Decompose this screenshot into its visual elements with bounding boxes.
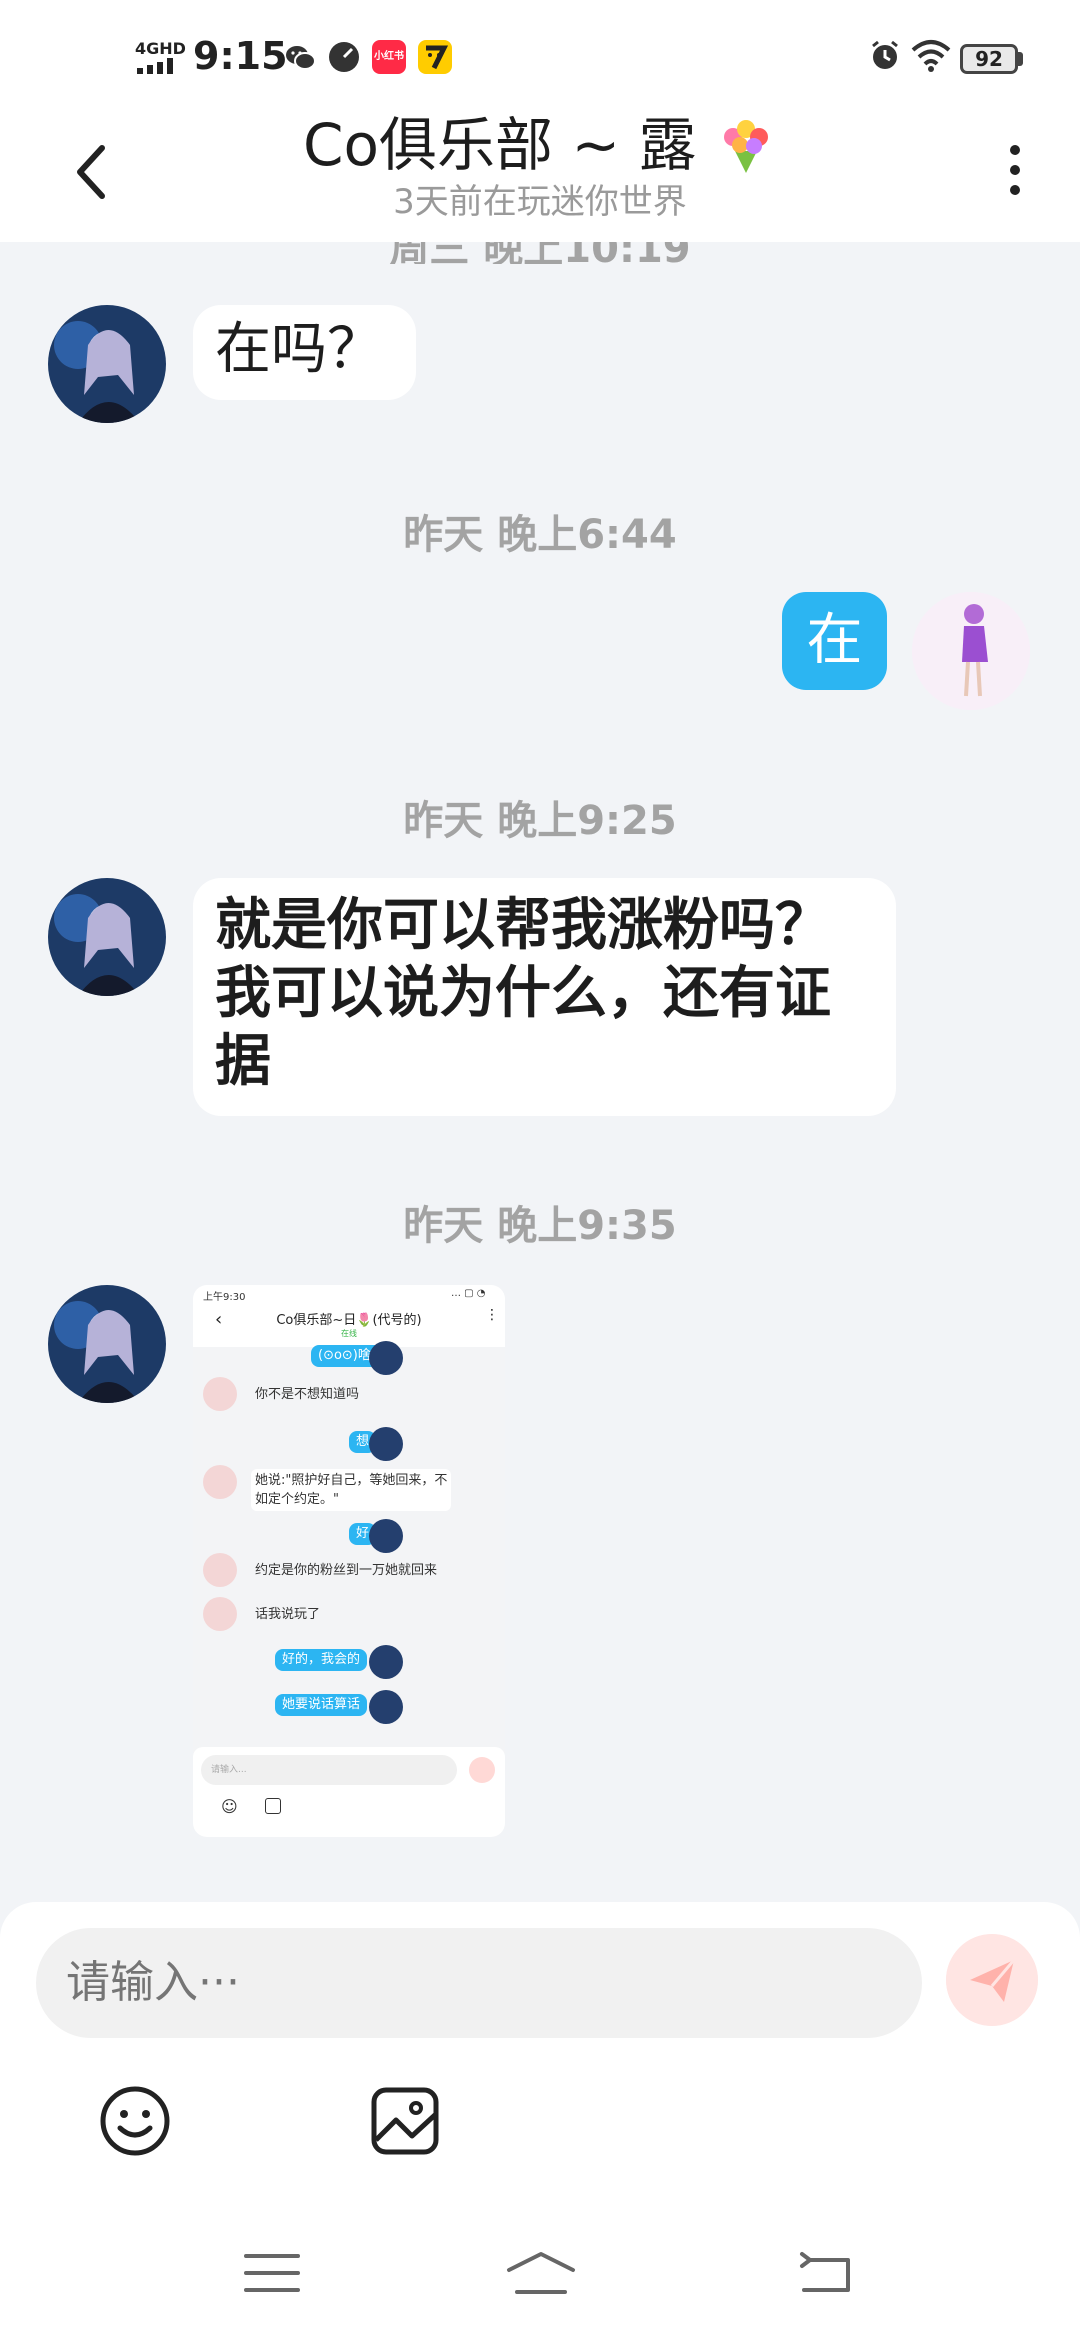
shot-msg-in: 话我说玩了 xyxy=(255,1607,321,1622)
xiaohongshu-icon: 小红书 xyxy=(372,40,406,74)
battery-tip xyxy=(1018,52,1023,66)
clock-app-icon xyxy=(329,42,359,72)
message-bubble-incoming[interactable]: 在吗？ xyxy=(193,305,416,400)
wifi-icon xyxy=(911,40,951,72)
chat-subtitle: 3天前在玩迷你世界 xyxy=(393,182,687,222)
shot-image-icon xyxy=(265,1798,281,1814)
shot-line: 她说:"照护好自己，等她回来，不 xyxy=(255,1473,448,1488)
shot-msg-in: 她说:"照护好自己，等她回来，不 如定个约定。" xyxy=(251,1469,452,1511)
menu-nav-icon[interactable] xyxy=(242,2250,302,2296)
shot-input: 请输入... xyxy=(201,1755,457,1785)
bouquet-emoji-icon xyxy=(723,120,768,173)
shot-line: 如定个约定。" xyxy=(255,1492,339,1507)
shot-avatar xyxy=(369,1427,403,1461)
more-options-icon[interactable] xyxy=(1000,140,1030,200)
shot-send-icon xyxy=(469,1757,495,1783)
network-type: 4GHD xyxy=(135,39,186,58)
shot-avatar xyxy=(203,1553,237,1587)
shot-avatar xyxy=(369,1519,403,1553)
shot-emoji-icon: ☺ xyxy=(221,1797,238,1816)
timestamp-partial-wrap: 周三 晚上10:19 xyxy=(0,242,1080,264)
shot-title: Co俱乐部~日🌷(代号的) xyxy=(276,1313,422,1328)
shot-msg-in: 约定是你的粉丝到一万她就回来 xyxy=(255,1563,438,1578)
shot-avatar xyxy=(203,1377,237,1411)
contact-avatar[interactable] xyxy=(48,1285,166,1403)
message-line: 据 xyxy=(215,1029,271,1094)
message-line: 我可以说为什么，还有证 xyxy=(215,961,831,1026)
contact-avatar[interactable] xyxy=(48,878,166,996)
qimao-icon xyxy=(418,40,452,74)
timestamp: 昨天 晚上9:25 xyxy=(403,798,677,844)
my-avatar[interactable] xyxy=(912,592,1030,710)
shot-avatar xyxy=(369,1645,403,1679)
timestamp: 周三 晚上10:19 xyxy=(0,242,1080,264)
back-nav-icon[interactable] xyxy=(796,2250,856,2296)
shot-time: 上午9:30 xyxy=(203,1292,246,1303)
clock: 9:15 xyxy=(193,34,288,78)
home-nav-icon[interactable] xyxy=(505,2250,577,2296)
contact-avatar[interactable] xyxy=(48,305,166,423)
signal-icon xyxy=(137,58,173,74)
timestamp: 昨天 晚上9:35 xyxy=(403,1203,677,1249)
wechat-icon xyxy=(286,46,316,70)
status-bar: 4GHD 9:15 小红书 92 xyxy=(0,0,1080,100)
timestamp: 昨天 晚上6:44 xyxy=(403,512,677,558)
shot-avatar xyxy=(369,1690,403,1724)
shot-status-icons: … ▢ ◔ xyxy=(451,1288,486,1299)
alarm-icon xyxy=(872,40,898,69)
emoji-icon[interactable] xyxy=(98,2084,172,2158)
message-line: 就是你可以帮我涨粉吗？ xyxy=(215,893,831,958)
shot-msg-out: 好的，我会的 xyxy=(275,1649,368,1671)
shot-more-icon: ⋮ xyxy=(485,1307,499,1323)
shot-avatar xyxy=(203,1597,237,1631)
send-button[interactable] xyxy=(946,1934,1038,2026)
image-icon[interactable] xyxy=(368,2084,442,2158)
message-bubble-outgoing[interactable]: 在 xyxy=(782,592,887,690)
chat-title: Co俱乐部 ~ 露 xyxy=(0,108,1080,182)
shot-avatar xyxy=(369,1341,403,1375)
shot-msg-in: 你不是不想知道吗 xyxy=(255,1387,360,1402)
shot-online-status: 在线 xyxy=(341,1329,357,1338)
message-bubble-incoming[interactable]: 就是你可以帮我涨粉吗？ 我可以说为什么，还有证 据 xyxy=(193,878,896,1116)
battery-indicator: 92 xyxy=(960,44,1018,74)
chat-title-text: Co俱乐部 ~ 露 xyxy=(303,111,697,179)
message-input[interactable] xyxy=(36,1928,922,2038)
shot-msg-out: 她要说话算话 xyxy=(275,1694,368,1716)
image-message[interactable]: 上午9:30 … ▢ ◔ ‹ Co俱乐部~日🌷(代号的) 在线 ⋮ (⊙o⊙)啥… xyxy=(193,1285,505,1837)
shot-avatar xyxy=(203,1465,237,1499)
